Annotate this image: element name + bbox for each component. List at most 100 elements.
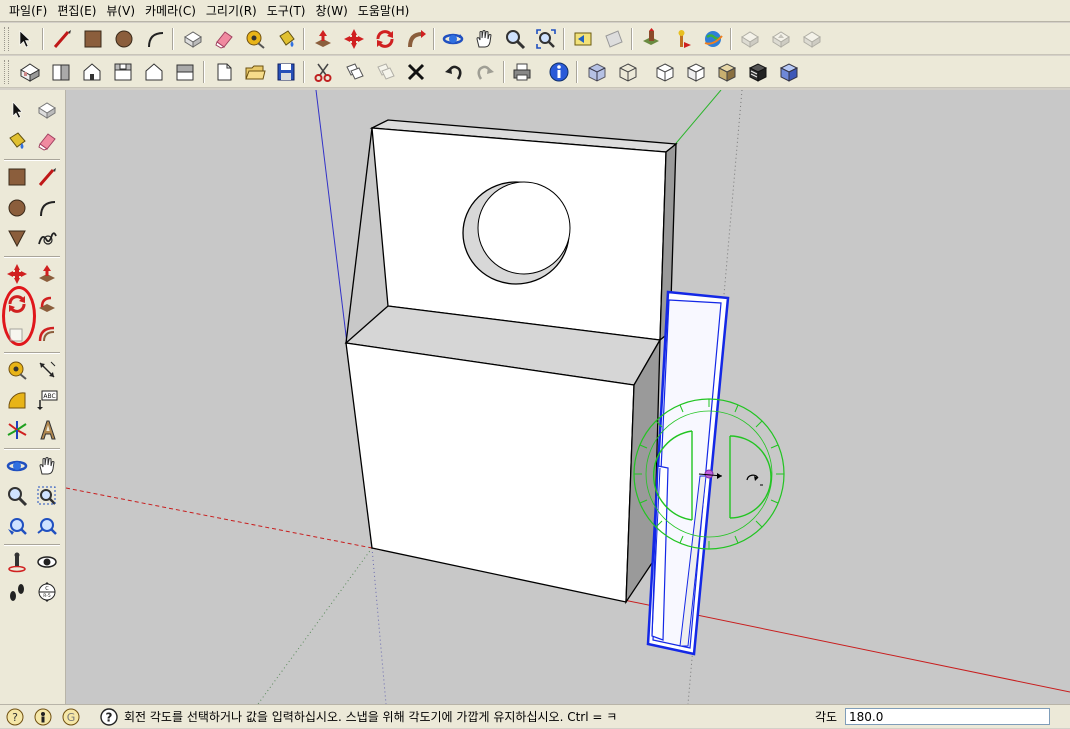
- paint-bucket-icon[interactable]: [273, 26, 299, 52]
- get-models-icon[interactable]: [768, 26, 794, 52]
- drawing-viewport[interactable]: [66, 90, 1070, 704]
- credits-status-icon[interactable]: [34, 708, 52, 726]
- pan-tool-icon[interactable]: [33, 452, 61, 480]
- polygon-tool-icon[interactable]: [3, 224, 31, 252]
- previous-view-icon[interactable]: [570, 26, 596, 52]
- share-component-icon[interactable]: [799, 26, 825, 52]
- rectangle-tool-icon[interactable]: [80, 26, 106, 52]
- scale-tool-icon[interactable]: [3, 320, 31, 348]
- geo-status-icon[interactable]: ?: [6, 708, 24, 726]
- cut-icon[interactable]: [310, 59, 336, 85]
- paste-icon[interactable]: [372, 59, 398, 85]
- shaded-style-icon[interactable]: [683, 59, 709, 85]
- menu-camera[interactable]: 카메라(C): [140, 0, 201, 22]
- make-component-icon[interactable]: [180, 26, 206, 52]
- print-icon[interactable]: [509, 59, 535, 85]
- protractor-tool-icon[interactable]: [3, 386, 31, 414]
- dimension-tool-icon[interactable]: [33, 356, 61, 384]
- monochrome-style-icon[interactable]: [745, 59, 771, 85]
- front-view-icon[interactable]: [79, 59, 105, 85]
- rectangle-tool-icon[interactable]: [3, 163, 31, 191]
- open-file-icon[interactable]: [242, 59, 268, 85]
- save-file-icon[interactable]: [273, 59, 299, 85]
- back-view-icon[interactable]: [141, 59, 167, 85]
- undo-icon[interactable]: [441, 59, 467, 85]
- menu-edit[interactable]: 편집(E): [52, 0, 101, 22]
- google-earth-icon[interactable]: [700, 26, 726, 52]
- share-model-icon[interactable]: [737, 26, 763, 52]
- measurements-input[interactable]: [845, 708, 1050, 725]
- follow-me-icon[interactable]: [33, 290, 61, 318]
- zoom-tool-icon[interactable]: [3, 482, 31, 510]
- push-pull-icon[interactable]: [310, 26, 336, 52]
- menu-tools[interactable]: 도구(T): [262, 0, 311, 22]
- paint-bucket-icon[interactable]: [3, 127, 31, 155]
- menu-draw[interactable]: 그리기(R): [201, 0, 262, 22]
- shaded-textures-icon[interactable]: [714, 59, 740, 85]
- tool-separator: [4, 448, 60, 450]
- select-tool-icon[interactable]: [12, 26, 38, 52]
- look-around-icon[interactable]: [33, 548, 61, 576]
- freehand-tool-icon[interactable]: [33, 224, 61, 252]
- orbit-tool-icon[interactable]: [440, 26, 466, 52]
- move-tool-icon[interactable]: [341, 26, 367, 52]
- zoom-extents-icon[interactable]: [533, 26, 559, 52]
- menu-view[interactable]: 뷰(V): [101, 0, 140, 22]
- follow-me-icon[interactable]: [403, 26, 429, 52]
- offset-tool-icon[interactable]: [33, 320, 61, 348]
- 3d-text-tool-icon[interactable]: [33, 416, 61, 444]
- tape-measure-icon[interactable]: [3, 356, 31, 384]
- new-file-icon[interactable]: [211, 59, 237, 85]
- menu-file[interactable]: 파일(F): [4, 0, 52, 22]
- tape-measure-icon[interactable]: [242, 26, 268, 52]
- toolbar-grip[interactable]: [4, 27, 9, 51]
- toolbar-grip[interactable]: [4, 60, 9, 84]
- xray-style-icon[interactable]: [584, 59, 610, 85]
- arc-tool-icon[interactable]: [33, 194, 61, 222]
- next-view-icon[interactable]: [601, 26, 627, 52]
- circle-tool-icon[interactable]: [3, 194, 31, 222]
- iso-view-icon[interactable]: [17, 59, 43, 85]
- position-camera-icon[interactable]: [3, 548, 31, 576]
- circle-tool-icon[interactable]: [111, 26, 137, 52]
- top-view-icon[interactable]: [48, 59, 74, 85]
- geo-location-icon[interactable]: [669, 26, 695, 52]
- zoom-window-icon[interactable]: [33, 482, 61, 510]
- circular-hole-inner: [477, 181, 571, 275]
- select-tool-icon[interactable]: [3, 96, 31, 124]
- right-view-icon[interactable]: [110, 59, 136, 85]
- left-view-icon[interactable]: [172, 59, 198, 85]
- wireframe-style-icon[interactable]: [615, 59, 641, 85]
- walk-tool-icon[interactable]: [3, 578, 31, 606]
- axes-tool-icon[interactable]: [3, 416, 31, 444]
- line-tool-icon[interactable]: [49, 26, 75, 52]
- arc-tool-icon[interactable]: [142, 26, 168, 52]
- menu-window[interactable]: 창(W): [311, 0, 353, 22]
- redo-icon[interactable]: [472, 59, 498, 85]
- eraser-tool-icon[interactable]: [211, 26, 237, 52]
- hidden-line-style-icon[interactable]: [652, 59, 678, 85]
- text-tool-icon[interactable]: ABC: [33, 386, 61, 414]
- add-location-icon[interactable]: [638, 26, 664, 52]
- zoom-extents-icon[interactable]: [33, 512, 61, 540]
- pan-tool-icon[interactable]: [471, 26, 497, 52]
- model-canvas[interactable]: [66, 90, 1070, 704]
- copy-icon[interactable]: [341, 59, 367, 85]
- color-by-axis-icon[interactable]: [776, 59, 802, 85]
- move-tool-icon[interactable]: [3, 260, 31, 288]
- previous-view-icon[interactable]: [3, 512, 31, 540]
- delete-icon[interactable]: [403, 59, 429, 85]
- menu-help[interactable]: 도움말(H): [353, 0, 415, 22]
- eraser-tool-icon[interactable]: [33, 127, 61, 155]
- make-component-icon[interactable]: [33, 96, 61, 124]
- zoom-tool-icon[interactable]: [502, 26, 528, 52]
- section-plane-icon[interactable]: C R-5: [33, 578, 61, 606]
- model-info-icon[interactable]: [546, 59, 572, 85]
- help-icon[interactable]: ?: [100, 708, 118, 726]
- google-status-icon[interactable]: G: [62, 708, 80, 726]
- rotate-tool-icon[interactable]: [3, 290, 31, 318]
- line-tool-icon[interactable]: [33, 163, 61, 191]
- orbit-tool-icon[interactable]: [3, 452, 31, 480]
- rotate-tool-icon[interactable]: [372, 26, 398, 52]
- push-pull-icon[interactable]: [33, 260, 61, 288]
